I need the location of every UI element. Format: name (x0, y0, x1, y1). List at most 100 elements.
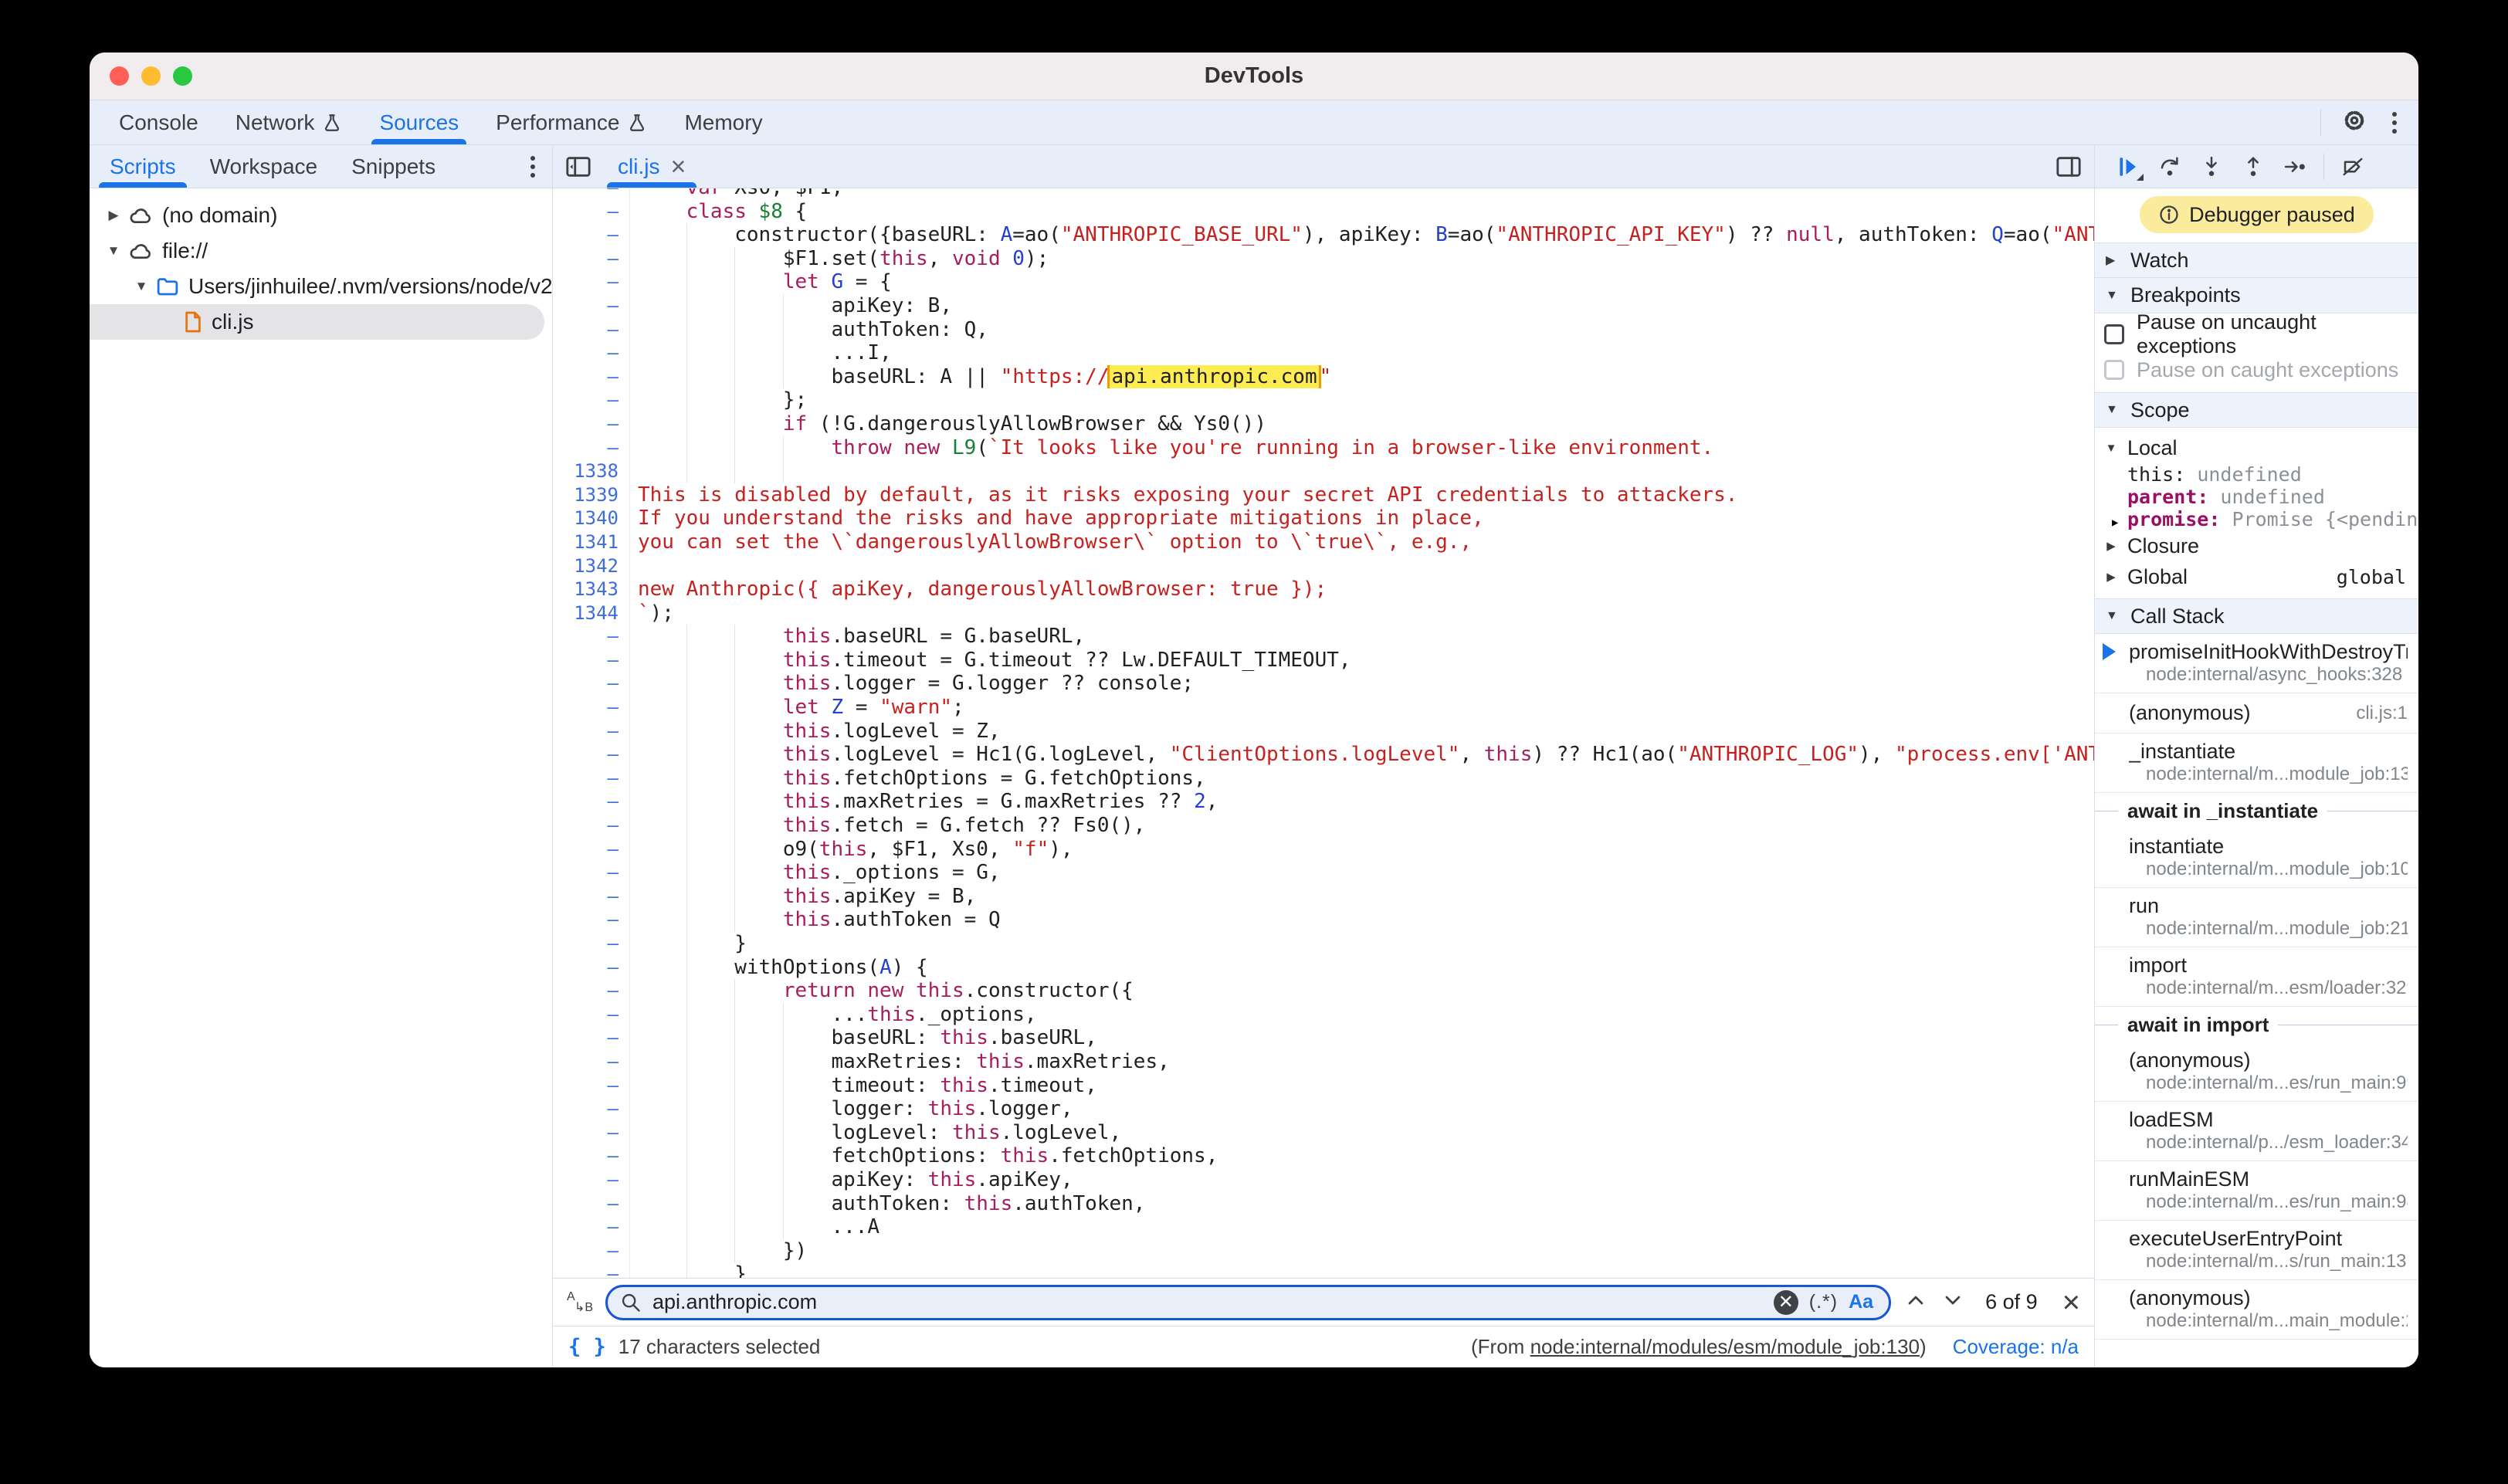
line-number[interactable]: – (553, 1026, 630, 1050)
code-line[interactable]: –baseURL: A || "https://api.anthropic.co… (553, 365, 2094, 389)
code-line[interactable]: –fetchOptions: this.fetchOptions, (553, 1144, 2094, 1168)
code-line[interactable]: –authToken: Q, (553, 318, 2094, 342)
scope-local[interactable]: ▼Local (2095, 432, 2418, 463)
line-number[interactable]: – (553, 1262, 630, 1278)
code-editor[interactable]: –var Xs0, $F1;–class $8 {–constructor({b… (553, 188, 2094, 1278)
code-line[interactable]: –} (553, 932, 2094, 956)
deactivate-breakpoints-icon[interactable] (2332, 145, 2374, 188)
line-number[interactable]: – (553, 1192, 630, 1216)
chevron-down-icon[interactable]: ▼ (131, 279, 151, 294)
line-number[interactable]: 1340 (553, 507, 630, 530)
regex-toggle[interactable]: (.*) (1809, 1291, 1838, 1313)
step-out-icon[interactable] (2232, 145, 2274, 188)
search-next-icon[interactable] (1940, 1288, 1965, 1316)
line-number[interactable]: – (553, 625, 630, 649)
code-line[interactable]: –this.fetch = G.fetch ?? Fs0(), (553, 814, 2094, 838)
navigator-tab-workspace[interactable]: Workspace (193, 145, 335, 188)
code-line[interactable]: 1343new Anthropic({ apiKey, dangerouslyA… (553, 578, 2094, 601)
search-query[interactable]: api.anthropic.com (652, 1290, 1763, 1314)
line-number[interactable]: – (553, 270, 630, 294)
line-number[interactable]: – (553, 294, 630, 318)
code-line[interactable]: –$F1.set(this, void 0); (553, 247, 2094, 271)
code-line[interactable]: –baseURL: this.baseURL, (553, 1026, 2094, 1050)
line-number[interactable]: – (553, 932, 630, 956)
step-icon[interactable] (2274, 145, 2316, 188)
chevron-right-icon[interactable]: ▶ (103, 208, 124, 223)
tab-memory[interactable]: Memory (666, 100, 781, 144)
line-number[interactable]: 1342 (553, 554, 630, 578)
navigator-tab-scripts[interactable]: Scripts (93, 145, 193, 188)
code-line[interactable]: –var Xs0, $F1; (553, 188, 2094, 200)
callstack-frame[interactable]: instantiatenode:internal/m...module_job:… (2095, 828, 2418, 888)
code-line[interactable]: –this.baseURL = G.baseURL, (553, 625, 2094, 649)
callstack-frame[interactable]: loadESMnode:internal/p.../esm_loader:34 (2095, 1102, 2418, 1161)
code-line[interactable]: –withOptions(A) { (553, 956, 2094, 980)
line-number[interactable]: – (553, 200, 630, 224)
navigator-kebab-icon[interactable] (526, 151, 540, 182)
toggle-debugger-sidebar-icon[interactable] (2056, 155, 2082, 178)
collapse-navigator-icon[interactable] (565, 155, 591, 178)
code-line[interactable]: –this.authToken = Q (553, 908, 2094, 932)
code-line[interactable]: 1339This is disabled by default, as it r… (553, 483, 2094, 507)
code-line[interactable]: –let Z = "warn"; (553, 696, 2094, 720)
line-number[interactable]: 1343 (553, 578, 630, 601)
line-number[interactable]: – (553, 767, 630, 791)
tab-network[interactable]: Network (217, 100, 361, 144)
more-options-kebab-icon[interactable] (2388, 107, 2401, 138)
line-number[interactable]: – (553, 1074, 630, 1098)
code-line[interactable]: –let G = { (553, 270, 2094, 294)
code-line[interactable]: –apiKey: this.apiKey, (553, 1168, 2094, 1192)
scope-entry-parent[interactable]: parent: undefined (2095, 486, 2418, 508)
line-number[interactable]: – (553, 861, 630, 885)
code-line[interactable]: 1338 (553, 459, 2094, 483)
scope-section-header[interactable]: ▼Scope (2095, 392, 2418, 428)
code-line[interactable]: –authToken: this.authToken, (553, 1192, 2094, 1216)
line-number[interactable]: – (553, 412, 630, 436)
code-line[interactable]: 1340If you understand the risks and have… (553, 507, 2094, 530)
line-number[interactable]: 1339 (553, 483, 630, 507)
callstack-frame[interactable]: executeUserEntryPointnode:internal/m...s… (2095, 1221, 2418, 1280)
line-number[interactable]: – (553, 365, 630, 389)
line-number[interactable]: 1344 (553, 601, 630, 625)
line-number[interactable]: – (553, 223, 630, 247)
callstack-frame[interactable]: runnode:internal/m...module_job:214 (2095, 888, 2418, 947)
code-line[interactable]: 1341you can set the \`dangerouslyAllowBr… (553, 530, 2094, 554)
line-number[interactable]: – (553, 388, 630, 412)
scope-entry-this[interactable]: this: undefined (2095, 463, 2418, 486)
code-line[interactable]: –} (553, 1262, 2094, 1278)
checkbox-icon[interactable] (2104, 360, 2124, 380)
code-line[interactable]: –this._options = G, (553, 861, 2094, 885)
tab-console[interactable]: Console (100, 100, 217, 144)
callstack-frame[interactable]: runMainESMnode:internal/m...es/run_main:… (2095, 1161, 2418, 1221)
tab-performance[interactable]: Performance (477, 100, 666, 144)
code-line[interactable]: –}; (553, 388, 2094, 412)
code-line[interactable]: –logger: this.logger, (553, 1097, 2094, 1121)
code-line[interactable]: –o9(this, $F1, Xs0, "f"), (553, 838, 2094, 862)
code-line[interactable]: –timeout: this.timeout, (553, 1074, 2094, 1098)
coverage-link[interactable]: Coverage: n/a (1953, 1335, 2079, 1359)
code-line[interactable]: –...this._options, (553, 1003, 2094, 1027)
watch-section-header[interactable]: ▶Watch (2095, 242, 2418, 278)
line-number[interactable]: – (553, 1215, 630, 1239)
code-line[interactable]: –}) (553, 1239, 2094, 1263)
line-number[interactable]: – (553, 1097, 630, 1121)
line-number[interactable]: – (553, 1121, 630, 1145)
line-number[interactable]: – (553, 247, 630, 271)
callstack-frame[interactable]: promiseInitHookWithDestroyTr...node:inte… (2095, 634, 2418, 693)
line-number[interactable]: – (553, 649, 630, 673)
code-line[interactable]: –this.timeout = G.timeout ?? Lw.DEFAULT_… (553, 649, 2094, 673)
settings-gear-icon[interactable] (2341, 107, 2367, 137)
line-number[interactable]: – (553, 341, 630, 365)
code-line[interactable]: 1344`); (553, 601, 2094, 625)
line-number[interactable]: – (553, 1144, 630, 1168)
chevron-down-icon[interactable]: ▼ (103, 243, 124, 259)
pretty-print-icon[interactable]: { } (568, 1335, 606, 1359)
tree-item-cli-js[interactable]: cli.js (90, 304, 544, 340)
search-input[interactable]: api.anthropic.com ✕ (.*) Aa (605, 1285, 1891, 1320)
callstack-frame[interactable]: importnode:internal/m...esm/loader:329 (2095, 947, 2418, 1007)
code-line[interactable]: –if (!G.dangerouslyAllowBrowser && Ys0()… (553, 412, 2094, 436)
step-into-icon[interactable] (2191, 145, 2232, 188)
line-number[interactable]: 1338 (553, 459, 630, 483)
line-number[interactable]: – (553, 956, 630, 980)
line-number[interactable]: – (553, 838, 630, 862)
